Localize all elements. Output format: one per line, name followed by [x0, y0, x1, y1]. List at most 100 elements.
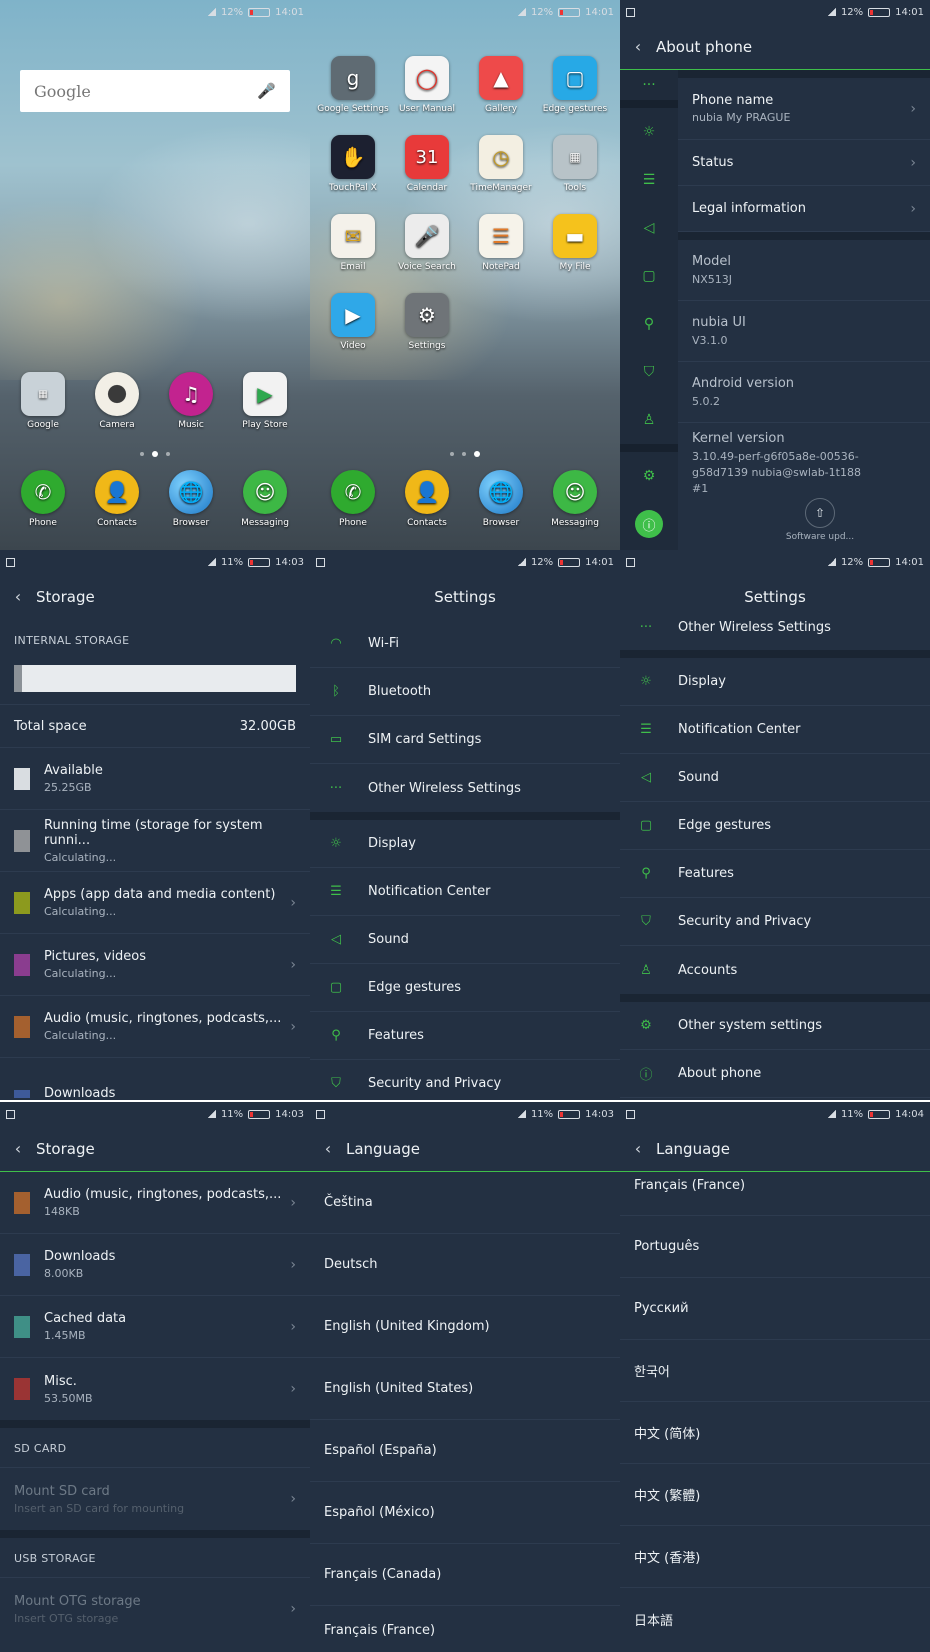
back-arrow-icon[interactable]: ‹ — [310, 1139, 346, 1158]
app-video[interactable]: ▶ Video — [316, 293, 390, 351]
mount-sd-card-row[interactable]: Mount SD card Insert an SD card for mount… — [0, 1468, 310, 1530]
storage-item-apps[interactable]: Apps (app data and media content) Calcula… — [0, 872, 310, 934]
settings-item-security[interactable]: ⛉ Security and Privacy — [310, 1060, 620, 1100]
app-voice-search[interactable]: 🎤 Voice Search — [390, 214, 464, 272]
language-item[interactable]: Français (Canada) — [310, 1544, 620, 1606]
language-item[interactable]: Français (France) — [620, 1172, 930, 1216]
gear-icon[interactable]: ⚙ — [620, 452, 678, 500]
settings-item-features[interactable]: ⚲ Features — [310, 1012, 620, 1060]
display-icon[interactable]: ☼ — [620, 108, 678, 156]
app-edge-gestures[interactable]: ▢ Edge gestures — [538, 56, 612, 114]
app-play-store[interactable]: ▶ Play Store — [228, 372, 302, 430]
language-item[interactable]: Čeština — [310, 1172, 620, 1234]
app-email[interactable]: ✉ Email — [316, 214, 390, 272]
phone-name-row[interactable]: Phone name nubia My PRAGUE › — [678, 78, 930, 140]
language-item[interactable]: English (United Kingdom) — [310, 1296, 620, 1358]
edge-gestures-icon[interactable]: ▢ — [620, 252, 678, 300]
legal-information-row[interactable]: Legal information › — [678, 186, 930, 232]
about-info-icon[interactable]: ⓘ — [620, 500, 678, 548]
language-item[interactable]: 中文 (香港) — [620, 1526, 930, 1588]
app-user-manual[interactable]: ◯ User Manual — [390, 56, 464, 114]
language-item[interactable]: Русский — [620, 1278, 930, 1340]
back-arrow-icon[interactable]: ‹ — [0, 587, 36, 606]
app-gallery[interactable]: ▲ Gallery — [464, 56, 538, 114]
settings-item-sim[interactable]: ▭ SIM card Settings — [310, 716, 620, 764]
settings-item-sound[interactable]: ◁ Sound — [310, 916, 620, 964]
storage-item-available[interactable]: Available 25.25GB — [0, 748, 310, 810]
settings-item-display[interactable]: ☼ Display — [310, 820, 620, 868]
settings-item-other-system[interactable]: ⚙ Other system settings — [620, 1002, 930, 1050]
accounts-icon[interactable]: ♙ — [620, 396, 678, 444]
app-google[interactable]: ▦ Google — [6, 372, 80, 430]
app-notepad[interactable]: ☰ NotePad — [464, 214, 538, 272]
settings-item-about-phone[interactable]: ⓘ About phone — [620, 1050, 930, 1098]
status-row[interactable]: Status › — [678, 140, 930, 186]
settings-item-other-wireless[interactable]: ··· Other Wireless Settings — [310, 764, 620, 812]
settings-item-accounts[interactable]: ♙ Accounts — [620, 946, 930, 994]
sound-icon[interactable]: ◁ — [620, 204, 678, 252]
features-icon[interactable]: ⚲ — [620, 300, 678, 348]
language-item[interactable]: Deutsch — [310, 1234, 620, 1296]
language-item[interactable]: 한국어 — [620, 1340, 930, 1402]
language-item[interactable]: Français (France) — [310, 1606, 620, 1652]
back-arrow-icon[interactable]: ‹ — [620, 37, 656, 56]
storage-item-downloads[interactable]: Downloads 8.00KB › — [0, 1234, 310, 1296]
dock-phone[interactable]: ✆ Phone — [316, 470, 390, 528]
google-folder-icon: ▦ — [21, 372, 65, 416]
storage-item-audio[interactable]: Audio (music, ringtones, podcasts,... 148… — [0, 1172, 310, 1234]
mount-otg-storage-row[interactable]: Mount OTG storage Insert OTG storage › — [0, 1578, 310, 1640]
dock-contacts[interactable]: 👤 Contacts — [80, 470, 154, 528]
settings-item-other-wireless[interactable]: ··· Other Wireless Settings — [620, 620, 930, 650]
settings-item-notification[interactable]: ☰ Notification Center — [620, 706, 930, 754]
settings-item-display[interactable]: ☼ Display — [620, 658, 930, 706]
language-item[interactable]: Español (México) — [310, 1482, 620, 1544]
settings-item-notification[interactable]: ☰ Notification Center — [310, 868, 620, 916]
back-arrow-icon[interactable]: ‹ — [0, 1139, 36, 1158]
app-google-settings[interactable]: g Google Settings — [316, 56, 390, 114]
app-my-file[interactable]: ▬ My File — [538, 214, 612, 272]
settings-item-wifi[interactable]: ◠ Wi-Fi — [310, 620, 620, 668]
settings-item-edge-gestures[interactable]: ▢ Edge gestures — [620, 802, 930, 850]
google-search-bar[interactable]: Google 🎤 — [20, 70, 290, 112]
app-settings[interactable]: ⚙ Settings — [390, 293, 464, 351]
shield-icon[interactable]: ⛉ — [620, 348, 678, 396]
back-arrow-icon[interactable]: ‹ — [620, 1139, 656, 1158]
microphone-icon[interactable]: 🎤 — [257, 82, 276, 100]
dock-browser[interactable]: 🌐 Browser — [464, 470, 538, 528]
notification-list-icon[interactable]: ☰ — [620, 156, 678, 204]
storage-item-misc[interactable]: Misc. 53.50MB › — [0, 1358, 310, 1420]
app-tools[interactable]: ▦ Tools — [538, 135, 612, 193]
settings-item-security[interactable]: ⛉ Security and Privacy — [620, 898, 930, 946]
settings-item-sound[interactable]: ◁ Sound — [620, 754, 930, 802]
language-item[interactable]: Español (España) — [310, 1420, 620, 1482]
storage-item-running-time[interactable]: Running time (storage for system runni..… — [0, 810, 310, 872]
dock-contacts[interactable]: 👤 Contacts — [390, 470, 464, 528]
settings-item-bluetooth[interactable]: ᛒ Bluetooth — [310, 668, 620, 716]
app-camera[interactable]: Camera — [80, 372, 154, 430]
language-item[interactable]: 日本語 — [620, 1588, 930, 1650]
language-item[interactable]: 中文 (简体) — [620, 1402, 930, 1464]
screenshot-icon — [6, 557, 15, 567]
software-update-button[interactable]: ⇧ Software upd... — [770, 498, 870, 542]
usb-storage-section-header: USB STORAGE — [0, 1538, 310, 1578]
language-item[interactable]: Português — [620, 1216, 930, 1278]
app-timemanager[interactable]: ◷ TimeManager — [464, 135, 538, 193]
dock-messaging[interactable]: ☺ Messaging — [228, 470, 302, 528]
app-music[interactable]: ♫ Music — [154, 372, 228, 430]
settings-item-features[interactable]: ⚲ Features — [620, 850, 930, 898]
other-wireless-icon[interactable]: ··· — [620, 70, 678, 100]
storage-item-audio[interactable]: Audio (music, ringtones, podcasts,... Cal… — [0, 996, 310, 1058]
edge-gestures-icon: ▢ — [639, 818, 653, 833]
dock-phone[interactable]: ✆ Phone — [6, 470, 80, 528]
storage-item-downloads[interactable]: Downloads — [0, 1058, 310, 1098]
language-item[interactable]: 中文 (繁體) — [620, 1464, 930, 1526]
storage-item-cached[interactable]: Cached data 1.45MB › — [0, 1296, 310, 1358]
app-touchpal[interactable]: ✋ TouchPal X — [316, 135, 390, 193]
settings-item-edge-gestures[interactable]: ▢ Edge gestures — [310, 964, 620, 1012]
dock-browser[interactable]: 🌐 Browser — [154, 470, 228, 528]
app-calendar[interactable]: 31 Calendar — [390, 135, 464, 193]
page-title: Storage — [36, 587, 95, 606]
storage-item-pictures[interactable]: Pictures, videos Calculating... › — [0, 934, 310, 996]
language-item[interactable]: English (United States) — [310, 1358, 620, 1420]
dock-messaging[interactable]: ☺ Messaging — [538, 470, 612, 528]
